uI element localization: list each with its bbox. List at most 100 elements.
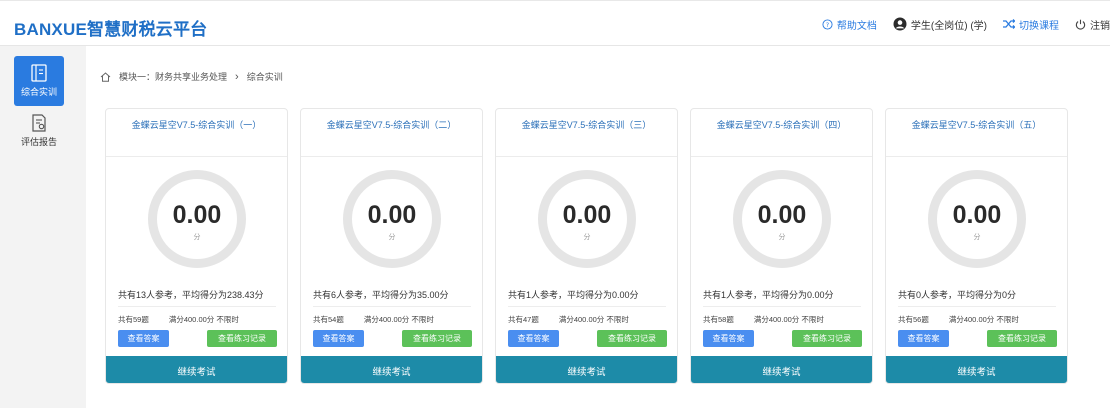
divider <box>301 156 482 157</box>
question-count: 共有58题 <box>703 315 734 324</box>
brand-logo: BANXUE智慧财税云平台 <box>14 20 208 39</box>
view-answer-button[interactable]: 查看答案 <box>703 330 754 347</box>
exam-meta: 共有54题 满分400.00分 不限时 <box>313 314 434 325</box>
help-docs-link[interactable]: ? 帮助文档 <box>822 17 877 32</box>
switch-course-link[interactable]: 切换课程 <box>1003 17 1059 32</box>
card-title: 金蝶云星空V7.5-综合实训（四） <box>716 120 847 130</box>
exam-meta: 共有47题 满分400.00分 不限时 <box>508 314 629 325</box>
time-limit: 不限时 <box>216 315 239 324</box>
participation-summary: 共有0人参考，平均得分为0分 <box>898 290 1017 300</box>
card-title: 金蝶云星空V7.5-综合实训（三） <box>521 120 652 130</box>
card-title: 金蝶云星空V7.5-综合实训（五） <box>911 120 1042 130</box>
top-header: BANXUE智慧财税云平台 ? 帮助文档 学生(全岗位) (学) 切换课程 注销 <box>0 0 1110 46</box>
time-limit: 不限时 <box>411 315 434 324</box>
breadcrumb-current: 综合实训 <box>246 72 283 82</box>
report-icon <box>32 114 46 132</box>
sidebar: 综合实训 评估报告 <box>0 46 86 408</box>
score-ring: 0.00 分 <box>538 170 636 268</box>
view-practice-record-button[interactable]: 查看练习记录 <box>402 330 472 347</box>
sidebar-item-label: 评估报告 <box>20 137 57 147</box>
full-score: 满分400.00分 <box>948 315 995 324</box>
shuffle-icon <box>1003 19 1015 29</box>
score-ring: 0.00 分 <box>148 170 246 268</box>
view-answer-button[interactable]: 查看答案 <box>313 330 364 347</box>
full-score: 满分400.00分 <box>558 315 605 324</box>
card-title: 金蝶云星空V7.5-综合实训（二） <box>326 120 457 130</box>
score-ring: 0.00 分 <box>928 170 1026 268</box>
score-ring: 0.00 分 <box>733 170 831 268</box>
exam-card: 金蝶云星空V7.5-综合实训（三） 0.00 分 共有1人参考，平均得分为0.0… <box>495 108 678 384</box>
question-count: 共有54题 <box>313 315 344 324</box>
score-ring: 0.00 分 <box>343 170 441 268</box>
view-answer-button[interactable]: 查看答案 <box>898 330 949 347</box>
time-limit: 不限时 <box>606 315 629 324</box>
divider <box>106 156 287 157</box>
score-value: 0.00 <box>367 201 417 229</box>
divider <box>691 156 872 157</box>
participation-summary: 共有6人参考，平均得分为35.00分 <box>313 290 449 300</box>
sidebar-item-label: 综合实训 <box>20 87 57 97</box>
svg-text:?: ? <box>826 20 829 28</box>
participation-summary: 共有1人参考，平均得分为0.00分 <box>508 290 639 300</box>
divider <box>703 306 861 307</box>
sidebar-item-comprehensive-training[interactable]: 综合实训 <box>14 56 64 106</box>
score-value: 0.00 <box>757 201 807 229</box>
home-icon[interactable] <box>100 71 111 82</box>
exam-meta: 共有59题 满分400.00分 不限时 <box>118 314 239 325</box>
main-content: 模块一：财务共享业务处理 › 综合实训 金蝶云星空V7.5-综合实训（一） 0.… <box>86 46 1110 408</box>
continue-exam-button[interactable]: 继续考试 <box>301 356 482 383</box>
breadcrumb: 模块一：财务共享业务处理 › 综合实训 <box>100 70 283 83</box>
divider <box>886 156 1067 157</box>
score-value: 0.00 <box>952 201 1002 229</box>
exam-meta: 共有58题 满分400.00分 不限时 <box>703 314 824 325</box>
participation-summary: 共有13人参考，平均得分为238.43分 <box>118 290 264 300</box>
divider <box>508 306 666 307</box>
exam-card: 金蝶云星空V7.5-综合实训（二） 0.00 分 共有6人参考，平均得分为35.… <box>300 108 483 384</box>
view-practice-record-button[interactable]: 查看练习记录 <box>792 330 862 347</box>
exam-card: 金蝶云星空V7.5-综合实训（四） 0.00 分 共有1人参考，平均得分为0.0… <box>690 108 873 384</box>
power-icon <box>1075 19 1086 30</box>
user-name: 学生(全岗位) (学) <box>910 20 987 32</box>
score-value: 0.00 <box>562 201 612 229</box>
participation-summary: 共有1人参考，平均得分为0.00分 <box>703 290 834 300</box>
divider <box>496 156 677 157</box>
score-unit: 分 <box>973 234 981 241</box>
question-circle-icon: ? <box>822 18 833 30</box>
score-unit: 分 <box>388 234 396 241</box>
card-title: 金蝶云星空V7.5-综合实训（一） <box>131 120 262 130</box>
view-practice-record-button[interactable]: 查看练习记录 <box>597 330 667 347</box>
full-score: 满分400.00分 <box>363 315 410 324</box>
view-practice-record-button[interactable]: 查看练习记录 <box>987 330 1057 347</box>
switch-course-label: 切换课程 <box>1019 20 1059 32</box>
breadcrumb-module[interactable]: 模块一：财务共享业务处理 <box>119 70 227 83</box>
divider <box>118 306 276 307</box>
continue-exam-button[interactable]: 继续考试 <box>496 356 677 383</box>
view-answer-button[interactable]: 查看答案 <box>118 330 169 347</box>
full-score: 满分400.00分 <box>168 315 215 324</box>
sidebar-item-assessment-report[interactable]: 评估报告 <box>14 106 64 156</box>
logout-button[interactable]: 注销 <box>1075 17 1110 32</box>
exam-card: 金蝶云星空V7.5-综合实训（一） 0.00 分 共有13人参考，平均得分为23… <box>105 108 288 384</box>
exam-card: 金蝶云星空V7.5-综合实训（五） 0.00 分 共有0人参考，平均得分为0分 … <box>885 108 1068 384</box>
continue-exam-button[interactable]: 继续考试 <box>691 356 872 383</box>
user-avatar-icon <box>893 17 907 31</box>
view-practice-record-button[interactable]: 查看练习记录 <box>207 330 277 347</box>
time-limit: 不限时 <box>801 315 824 324</box>
document-icon <box>31 64 47 82</box>
view-answer-button[interactable]: 查看答案 <box>508 330 559 347</box>
full-score: 满分400.00分 <box>753 315 800 324</box>
user-menu[interactable]: 学生(全岗位) (学) <box>893 17 987 32</box>
continue-exam-button[interactable]: 继续考试 <box>106 356 287 383</box>
score-value: 0.00 <box>172 201 222 229</box>
score-unit: 分 <box>778 234 786 241</box>
question-count: 共有47题 <box>508 315 539 324</box>
score-unit: 分 <box>583 234 591 241</box>
chevron-right-icon: › <box>235 70 239 83</box>
divider <box>898 306 1056 307</box>
question-count: 共有56题 <box>898 315 929 324</box>
score-unit: 分 <box>193 234 201 241</box>
time-limit: 不限时 <box>996 315 1019 324</box>
divider <box>313 306 471 307</box>
header-actions: ? 帮助文档 学生(全岗位) (学) 切换课程 注销 <box>806 1 1110 47</box>
continue-exam-button[interactable]: 继续考试 <box>886 356 1067 383</box>
